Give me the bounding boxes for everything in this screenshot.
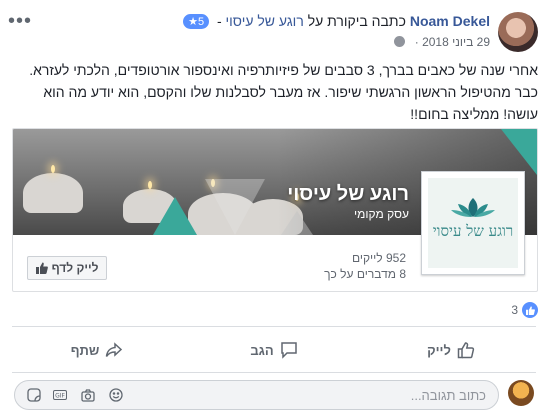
like-reaction-icon	[522, 302, 538, 318]
page-card[interactable]: רוגע של עיסוי עסק מקומי רוגע של עיסוי 95…	[12, 128, 538, 292]
comment-placeholder: כתוב תגובה...	[410, 388, 486, 403]
review-action-text: כתבה ביקורת על	[307, 13, 406, 29]
like-label: לייק	[427, 342, 451, 358]
meta-separator: ·	[414, 35, 419, 49]
page-talking-count: 8 מדברים על כך	[324, 267, 406, 281]
lotus-icon	[451, 198, 495, 217]
comment-button[interactable]: הגב	[189, 333, 359, 367]
share-icon	[106, 342, 123, 357]
post-meta: 29 ביוני 2018 ·	[394, 35, 490, 49]
header-separator: -	[216, 13, 222, 29]
divider	[12, 326, 536, 327]
post-text: אחרי שנה של כאבים בברך, 3 סבבים של פיזיו…	[29, 62, 538, 122]
camera-icon[interactable]	[81, 388, 95, 402]
rating-badge: 5★	[183, 14, 210, 29]
comment-label: הגב	[250, 342, 274, 358]
share-label: שתף	[70, 342, 100, 358]
share-button[interactable]: שתף	[12, 333, 182, 367]
like-button[interactable]: לייק	[366, 333, 536, 367]
divider	[12, 372, 536, 373]
commenter-avatar	[508, 380, 534, 406]
gif-icon[interactable]: GIF	[53, 388, 67, 402]
like-icon	[457, 342, 475, 359]
card-page-category: עסק מקומי	[354, 207, 409, 221]
author-name[interactable]: Noam Dekel	[410, 13, 490, 29]
page-profile-picture[interactable]: רוגע של עיסוי	[421, 171, 525, 275]
reactions-count: 3	[511, 303, 518, 317]
post-date[interactable]: 29 ביוני 2018	[422, 35, 490, 49]
sticker-icon[interactable]	[27, 388, 41, 402]
page-likes-count: 952 לייקים	[351, 251, 406, 265]
globe-icon	[394, 36, 406, 47]
thumbs-up-icon	[35, 262, 48, 274]
comment-input[interactable]: כתוב תגובה... GIF	[14, 380, 499, 410]
comment-icon	[280, 342, 297, 359]
rating-value: 5	[197, 16, 205, 28]
post-header: Noam Dekel כתבה ביקורת על רוגע של עיסוי …	[179, 13, 490, 29]
page-name-link[interactable]: רוגע של עיסוי	[226, 13, 304, 29]
star-icon: ★	[188, 16, 198, 28]
like-page-label: לייק לדף	[51, 261, 99, 275]
more-icon[interactable]: •••	[8, 10, 32, 33]
emoji-icon[interactable]	[109, 388, 123, 402]
card-page-title[interactable]: רוגע של עיסוי	[287, 183, 409, 206]
like-page-button[interactable]: לייק לדף	[27, 256, 107, 280]
page-logo-text: רוגע של עיסוי	[432, 222, 514, 240]
svg-text:GIF: GIF	[55, 393, 65, 400]
reactions-summary[interactable]: 3	[511, 302, 538, 318]
author-avatar[interactable]	[498, 12, 538, 52]
